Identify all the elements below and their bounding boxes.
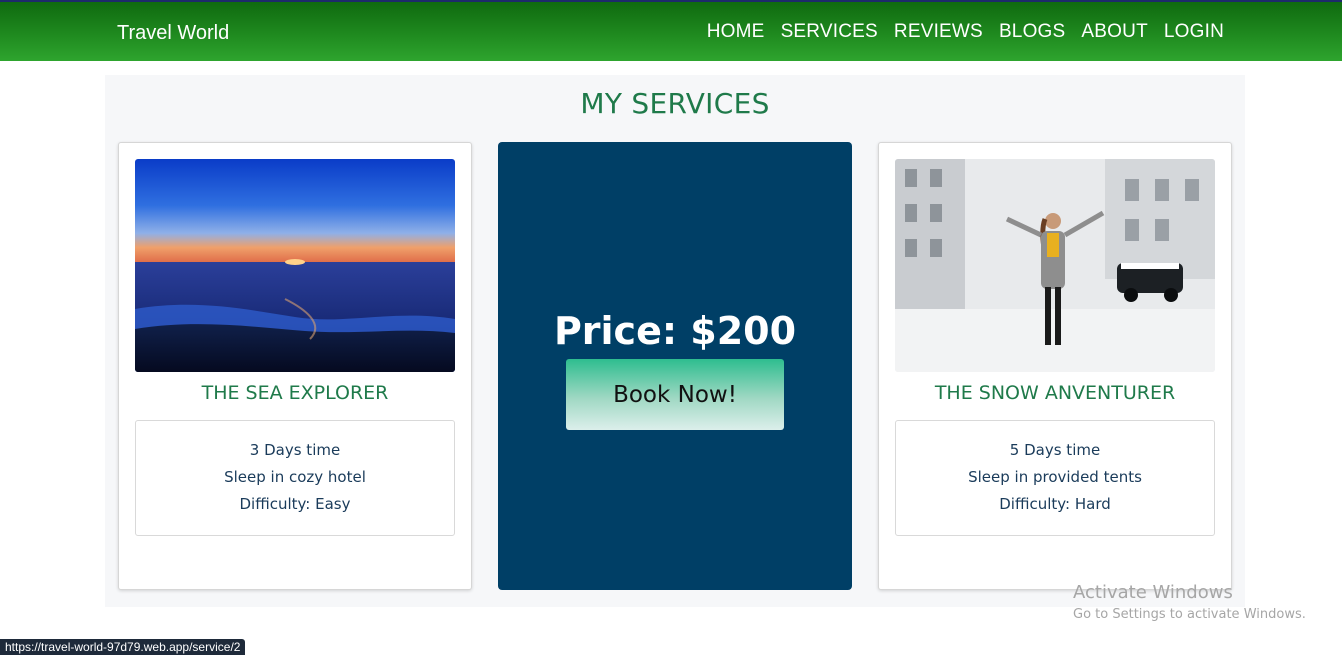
nav-home-link[interactable]: HOME (707, 21, 765, 43)
price-label: Price: $200 (553, 309, 797, 353)
detail-difficulty: Difficulty: Easy (239, 495, 351, 513)
service-card-sea: THE SEA EXPLORER 3 Days time Sleep in co… (118, 142, 472, 590)
price-card: Price: $200 Book Now! (498, 142, 852, 590)
nav-services-link[interactable]: SERVICES (781, 21, 878, 43)
card-title: THE SEA EXPLORER (201, 382, 389, 404)
sea-sunset-photo (135, 159, 455, 372)
book-now-button[interactable]: Book Now! (566, 359, 784, 430)
nav-reviews-link[interactable]: REVIEWS (894, 21, 983, 43)
card-details: 3 Days time Sleep in cozy hotel Difficul… (135, 420, 455, 536)
card-details: 5 Days time Sleep in provided tents Diff… (895, 420, 1215, 536)
card-title: THE SNOW ANVENTURER (934, 382, 1176, 404)
section-title: MY SERVICES (580, 87, 770, 120)
service-card-snow: THE SNOW ANVENTURER 5 Days time Sleep in… (878, 142, 1232, 590)
link-status-bar: https://travel-world-97d79.web.app/servi… (0, 639, 246, 655)
detail-duration: 5 Days time (1009, 441, 1101, 459)
activate-windows-watermark: Activate Windows Go to Settings to activ… (1073, 582, 1306, 622)
sea-sunset-image (135, 159, 455, 372)
main-nav: HOME SERVICES REVIEWS BLOGS ABOUT LOGIN (707, 21, 1224, 43)
detail-difficulty: Difficulty: Hard (999, 495, 1111, 513)
watermark-subtitle: Go to Settings to activate Windows. (1073, 607, 1306, 622)
detail-accommodation: Sleep in provided tents (968, 468, 1142, 486)
services-section: MY SERVICES THE SEA EXPLORER 3 Days time… (105, 75, 1245, 607)
nav-blogs-link[interactable]: BLOGS (999, 21, 1065, 43)
top-navbar: Travel World HOME SERVICES REVIEWS BLOGS… (0, 0, 1342, 61)
snow-street-photo (895, 159, 1215, 372)
watermark-title: Activate Windows (1073, 582, 1233, 603)
nav-login-link[interactable]: LOGIN (1164, 21, 1224, 43)
detail-accommodation: Sleep in cozy hotel (224, 468, 366, 486)
nav-about-link[interactable]: ABOUT (1081, 21, 1147, 43)
brand-logo[interactable]: Travel World (117, 22, 229, 45)
snow-street-image (895, 159, 1215, 372)
detail-duration: 3 Days time (249, 441, 341, 459)
